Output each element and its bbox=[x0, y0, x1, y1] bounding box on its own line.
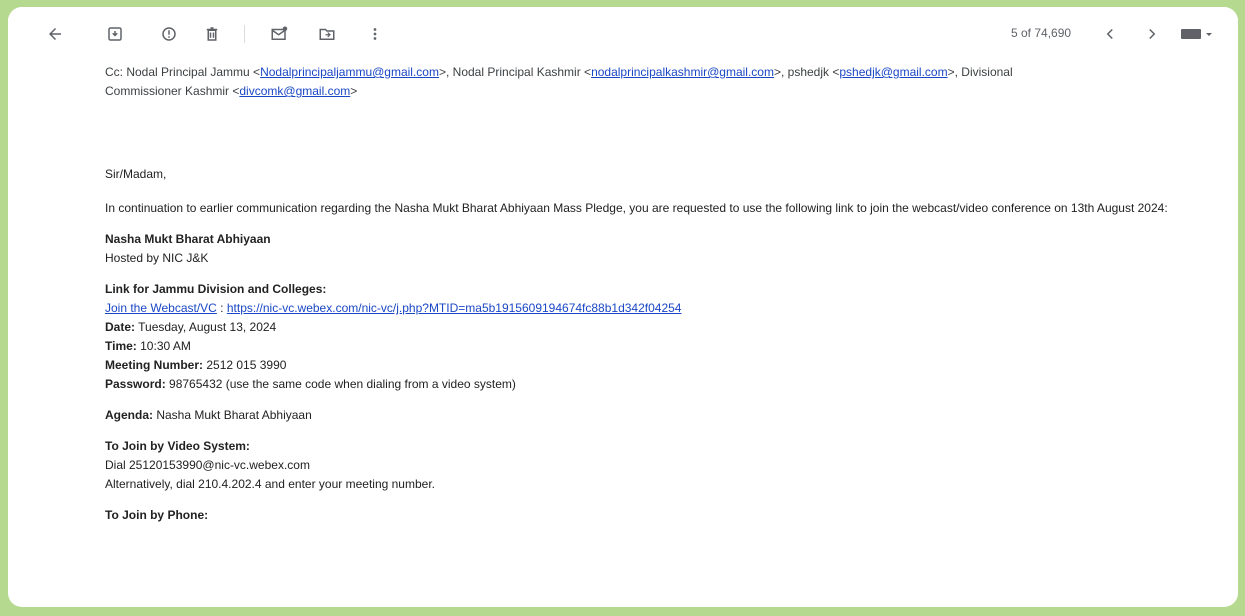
hosted-by: Hosted by NIC J&K bbox=[105, 251, 209, 265]
agenda-value: Nasha Mukt Bharat Abhiyaan bbox=[153, 408, 312, 422]
join-webcast-link[interactable]: Join the Webcast/VC bbox=[105, 301, 217, 315]
meeting-label: Meeting Number: bbox=[105, 358, 204, 372]
agenda-line: Agenda: Nasha Mukt Bharat Abhiyaan bbox=[105, 406, 1215, 425]
phone-heading-text: To Join by Phone: bbox=[105, 508, 209, 522]
cc-text: Cc: Nodal Principal Jammu < bbox=[105, 65, 261, 79]
join-sep: : bbox=[216, 301, 227, 315]
date-label: Date: bbox=[105, 320, 136, 334]
toolbar-divider bbox=[244, 25, 245, 43]
event-title: Nasha Mukt Bharat Abhiyaan bbox=[105, 230, 1215, 249]
archive-icon[interactable] bbox=[106, 25, 124, 43]
link-heading: Link for Jammu Division and Colleges: bbox=[105, 280, 1215, 299]
join-url-link[interactable]: https://nic-vc.webex.com/nic-vc/j.php?MT… bbox=[227, 301, 682, 315]
time-label: Time: bbox=[105, 339, 137, 353]
cc-text: Commissioner Kashmir < bbox=[105, 84, 240, 98]
video-dial: Dial 25120153990@nic-vc.webex.com bbox=[105, 458, 310, 472]
password-line: Password: 98765432 (use the same code wh… bbox=[105, 375, 1215, 394]
agenda-label: Agenda: bbox=[105, 408, 153, 422]
move-to-icon[interactable] bbox=[318, 25, 336, 43]
keyboard-icon[interactable] bbox=[1180, 25, 1214, 43]
more-vert-icon[interactable] bbox=[366, 25, 384, 43]
report-spam-icon[interactable] bbox=[160, 25, 178, 43]
intro-paragraph: In continuation to earlier communication… bbox=[105, 201, 1168, 215]
time-line: Time: 10:30 AM bbox=[105, 337, 1215, 356]
time-value: 10:30 AM bbox=[136, 339, 191, 353]
cc-text: >, Divisional bbox=[947, 65, 1013, 79]
password-label: Password: bbox=[105, 377, 166, 391]
cc-email-link[interactable]: Nodalprincipaljammu@gmail.com bbox=[260, 65, 439, 79]
event-title-text: Nasha Mukt Bharat Abhiyaan bbox=[105, 232, 271, 246]
email-window: 5 of 74,690 Cc: Nodal Principal Jammu <N… bbox=[8, 7, 1238, 607]
link-heading-text: Link for Jammu Division and Colleges: bbox=[105, 282, 327, 296]
meeting-value: 2512 015 3990 bbox=[203, 358, 287, 372]
date-value: Tuesday, August 13, 2024 bbox=[135, 320, 277, 334]
cc-email-link[interactable]: pshedjk@gmail.com bbox=[839, 65, 947, 79]
chevron-right-icon[interactable] bbox=[1143, 25, 1161, 43]
pager-count: 5 of 74,690 bbox=[1011, 26, 1072, 40]
email-body: Cc: Nodal Principal Jammu <Nodalprincipa… bbox=[105, 63, 1215, 525]
join-line: Join the Webcast/VC : https://nic-vc.web… bbox=[105, 299, 1215, 318]
cc-text: >, Nodal Principal Kashmir < bbox=[438, 65, 592, 79]
phone-heading: To Join by Phone: bbox=[105, 506, 1215, 525]
back-arrow-icon[interactable] bbox=[46, 25, 64, 43]
delete-icon[interactable] bbox=[203, 25, 221, 43]
cc-text: > bbox=[350, 84, 358, 98]
cc-text: >, pshedjk < bbox=[773, 65, 840, 79]
cc-email-link[interactable]: nodalprincipalkashmir@gmail.com bbox=[591, 65, 774, 79]
video-alternative: Alternatively, dial 210.4.202.4 and ente… bbox=[105, 477, 435, 491]
salutation: Sir/Madam, bbox=[105, 167, 167, 181]
chevron-left-icon[interactable] bbox=[1101, 25, 1119, 43]
mark-unread-icon[interactable] bbox=[270, 25, 288, 43]
date-line: Date: Tuesday, August 13, 2024 bbox=[105, 318, 1215, 337]
video-heading-text: To Join by Video System: bbox=[105, 439, 250, 453]
cc-line: Cc: Nodal Principal Jammu <Nodalprincipa… bbox=[105, 63, 1215, 101]
password-value: 98765432 (use the same code when dialing… bbox=[165, 377, 516, 391]
video-heading: To Join by Video System: bbox=[105, 437, 1215, 456]
email-toolbar: 5 of 74,690 bbox=[8, 7, 1238, 61]
cc-email-link[interactable]: divcomk@gmail.com bbox=[239, 84, 350, 98]
meeting-number-line: Meeting Number: 2512 015 3990 bbox=[105, 356, 1215, 375]
